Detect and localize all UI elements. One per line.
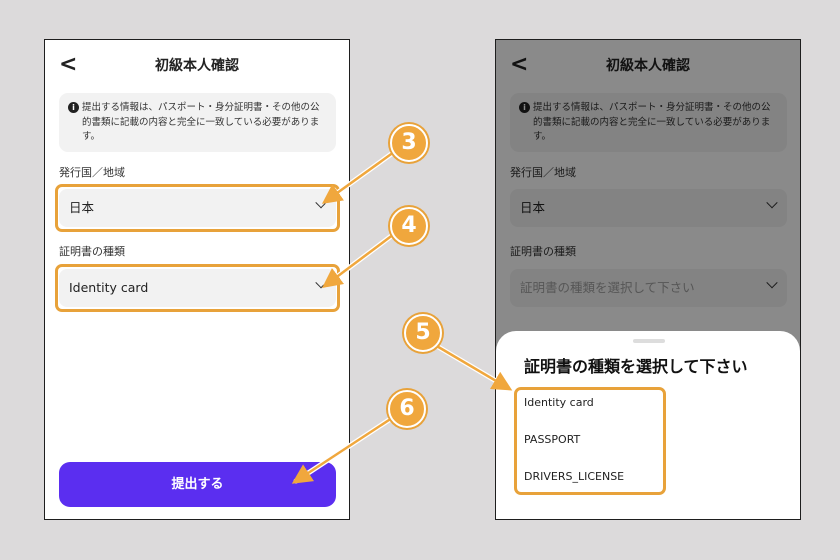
callout-badge-3: 3 bbox=[390, 124, 428, 162]
callout-badge-6: 6 bbox=[388, 390, 426, 428]
arrow-4 bbox=[322, 232, 396, 288]
arrow-3 bbox=[321, 150, 396, 204]
callout-badge-5: 5 bbox=[404, 314, 442, 352]
callout-arrows bbox=[291, 149, 513, 484]
arrow-5 bbox=[433, 343, 513, 391]
callout-badge-4: 4 bbox=[390, 207, 428, 245]
arrow-6 bbox=[291, 416, 394, 484]
